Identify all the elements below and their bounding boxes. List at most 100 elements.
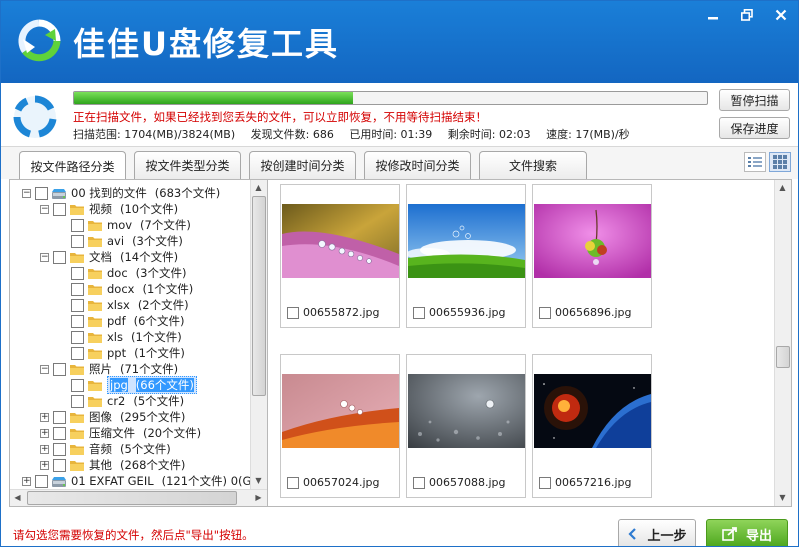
expand-icon[interactable]: + [40,444,49,454]
expand-icon[interactable]: + [40,428,49,438]
thumbnail-card[interactable]: 00657024.jpg [280,354,400,498]
tree-vertical-scrollbar[interactable]: ▲ ▼ [250,180,267,489]
tree-checkbox[interactable] [53,442,66,456]
thumbnail-checkbox[interactable] [413,476,425,489]
thumbnail-card[interactable]: 00657088.jpg [406,354,526,498]
export-button[interactable]: 导出 [706,519,788,546]
tree-checkbox[interactable] [53,250,66,264]
thumbnail-vertical-scrollbar[interactable]: ▲ ▼ [774,180,791,506]
collapse-icon[interactable]: − [40,204,49,214]
close-button[interactable] [764,1,798,29]
tree-row[interactable]: pdf (6个文件) [58,313,184,329]
previous-step-label: 上一步 [647,528,687,544]
tree-row[interactable]: − 文档 (14个文件) [40,249,178,265]
previous-step-button[interactable]: 上一步 [618,519,696,546]
thumbnail-checkbox[interactable] [287,306,299,319]
tree-row[interactable]: − 视频 (10个文件) [40,201,178,217]
expand-icon[interactable]: + [40,412,49,422]
tree-checkbox[interactable] [53,426,66,440]
tree-checkbox[interactable] [53,362,66,376]
tree-row[interactable]: − 00 找到的文件 (683个文件) [22,185,220,201]
collapse-icon[interactable]: − [22,188,31,198]
thumbnail-card[interactable]: 00655936.jpg [406,184,526,328]
scroll-left-icon[interactable]: ◀ [10,490,25,505]
thumbnail-checkbox[interactable] [539,306,551,319]
collapse-icon[interactable]: − [40,364,49,374]
tab-by-type[interactable]: 按文件类型分类 [134,151,241,179]
tree-checkbox[interactable] [71,298,84,312]
tree-checkbox[interactable] [71,394,84,408]
title-bar[interactable]: 佳佳U盘修复工具 [1,1,798,83]
thumbnail-image[interactable] [282,374,399,448]
thumbnail-caption: 00657088.jpg [413,476,506,489]
thumbnail-image[interactable] [408,204,525,278]
scroll-up-icon[interactable]: ▲ [251,180,266,195]
tree-checkbox[interactable] [35,186,48,200]
scroll-down-icon[interactable]: ▼ [251,473,266,488]
tab-by-path[interactable]: 按文件路径分类 [19,151,126,180]
tree-checkbox[interactable] [71,218,84,232]
collapse-icon[interactable]: − [40,252,49,262]
tree-row[interactable]: avi (3个文件) [58,233,183,249]
tab-by-created[interactable]: 按创建时间分类 [249,151,356,179]
pause-scan-button[interactable]: 暂停扫描 [719,89,790,111]
tab-by-modified[interactable]: 按修改时间分类 [364,151,471,179]
scan-progress-bar [73,91,708,105]
tree-hscroll-thumb[interactable] [27,491,237,505]
tree-row[interactable]: + 图像 (295个文件) [40,409,185,425]
tree-checkbox[interactable] [53,410,66,424]
restore-button[interactable] [730,1,764,29]
tree-checkbox[interactable] [71,234,84,248]
tree-row[interactable]: mov (7个文件) [58,217,191,233]
tree-row[interactable]: + 其他 (268个文件) [40,457,185,473]
tree-row[interactable]: − 照片 (71个文件) [40,361,178,377]
tree-row[interactable]: + 音频 (5个文件) [40,441,171,457]
tree-text: ppt (1个文件) [107,345,185,361]
tree-row[interactable]: xls (1个文件) [58,329,182,345]
tree-vscroll-thumb[interactable] [252,196,266,396]
scroll-right-icon[interactable]: ▶ [251,490,266,505]
thumbnail-image[interactable] [408,374,525,448]
tree-row[interactable]: xlsx (2个文件) [58,297,189,313]
folder-tree[interactable]: − 00 找到的文件 (683个文件) − 视频 (10个文件) mov (7个文件) avi (… [10,180,268,506]
tree-row[interactable]: +01 EXFAT GEIL (121个文件) 0(GB [22,473,259,489]
folder-icon [88,220,102,231]
thumbnail-card[interactable]: 00657216.jpg [532,354,652,498]
tree-checkbox[interactable] [71,330,84,344]
thumbnail-checkbox[interactable] [539,476,551,489]
tree-row[interactable]: + 压缩文件 (20个文件) [40,425,201,441]
thumbnail-card[interactable]: 00655872.jpg [280,184,400,328]
thumbnail-image[interactable] [534,374,651,448]
tree-checkbox[interactable] [71,266,84,280]
tree-checkbox[interactable] [35,474,48,488]
tab-file-search[interactable]: 文件搜索 [479,151,587,179]
grid-view-button[interactable] [769,152,791,172]
tree-checkbox[interactable] [53,458,66,472]
tree-checkbox[interactable] [53,202,66,216]
scroll-down-icon[interactable]: ▼ [775,490,790,505]
tree-row[interactable]: cr2 (5个文件) [58,393,184,409]
thumbnail-checkbox[interactable] [287,476,299,489]
expand-icon[interactable]: + [22,476,31,486]
tree-row[interactable]: ppt (1个文件) [58,345,185,361]
tree-checkbox[interactable] [71,378,84,392]
thumbnail-image[interactable] [534,204,651,278]
tree-row[interactable]: doc (3个文件) [58,265,186,281]
tree-checkbox[interactable] [71,314,84,328]
tree-checkbox[interactable] [71,282,84,296]
save-progress-button[interactable]: 保存进度 [719,117,790,139]
tree-text: 其他 (268个文件) [89,457,185,473]
thumbnail-image[interactable] [282,204,399,278]
tree-checkbox[interactable] [71,346,84,360]
tree-horizontal-scrollbar[interactable]: ◀ ▶ [10,489,267,506]
thumbnail-checkbox[interactable] [413,306,425,319]
thumbnail-card[interactable]: 00656896.jpg [532,184,652,328]
expand-icon[interactable]: + [40,460,49,470]
minimize-button[interactable] [696,1,730,29]
tree-row[interactable]: docx (1个文件) [58,281,193,297]
list-view-button[interactable] [744,152,766,172]
thumb-vscroll-thumb[interactable] [776,346,790,368]
tree-row[interactable]: jpg (66个文件) [58,376,197,394]
scroll-up-icon[interactable]: ▲ [775,180,790,195]
